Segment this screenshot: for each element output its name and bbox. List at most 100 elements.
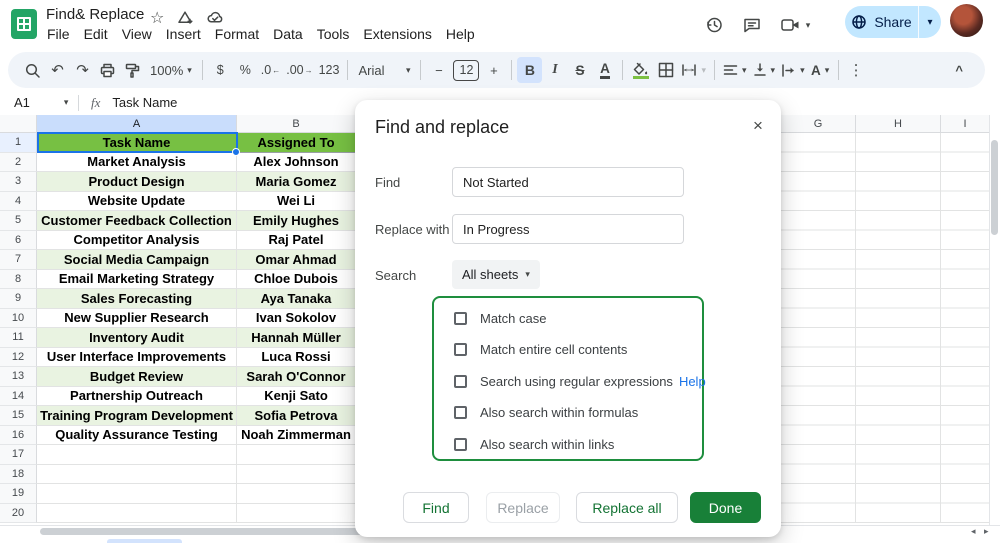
paint-format-icon[interactable] (120, 57, 145, 83)
italic-button[interactable]: I (542, 57, 567, 83)
cell[interactable]: Aya Tanaka (237, 289, 356, 309)
cell[interactable] (237, 465, 356, 485)
column-header-g[interactable]: G (781, 115, 856, 133)
sheet-tab[interactable] (107, 539, 182, 543)
row-header[interactable]: 7 (0, 250, 37, 270)
increase-font-size-button[interactable]: + (481, 57, 506, 83)
cell[interactable]: Sofia Petrova (237, 406, 356, 426)
row-header[interactable]: 1 (0, 133, 37, 153)
document-title[interactable]: Find& Replace (46, 6, 144, 23)
hide-toolbar-icon[interactable]: ^ (955, 63, 963, 78)
row-header[interactable]: 5 (0, 211, 37, 231)
cell[interactable] (37, 484, 237, 504)
cell-b1[interactable]: Assigned To (237, 133, 356, 153)
row-header[interactable]: 6 (0, 231, 37, 251)
menu-view[interactable]: View (115, 25, 159, 43)
cell[interactable]: Product Design (37, 172, 237, 192)
row-header[interactable]: 10 (0, 309, 37, 329)
help-link[interactable]: Help (679, 374, 706, 389)
scroll-left-icon[interactable]: ◂ (971, 526, 976, 537)
menu-file[interactable]: File (40, 25, 77, 43)
cell[interactable]: Social Media Campaign (37, 250, 237, 270)
increase-decimal-button[interactable]: .00→ (283, 57, 315, 83)
vertical-scrollbar-thumb[interactable] (991, 140, 998, 235)
cell[interactable]: Noah Zimmerman (237, 426, 356, 446)
cell[interactable]: Hannah Müller (237, 328, 356, 348)
name-box[interactable]: A1 ▾ (0, 95, 78, 110)
cell[interactable] (37, 465, 237, 485)
print-icon[interactable] (95, 57, 120, 83)
cell[interactable]: Sarah O'Connor (237, 367, 356, 387)
menu-help[interactable]: Help (439, 25, 482, 43)
horizontal-align-button[interactable]: ▾ (720, 57, 750, 83)
menu-insert[interactable]: Insert (159, 25, 208, 43)
replace-input[interactable] (452, 214, 684, 244)
fill-color-button[interactable] (628, 57, 653, 83)
decrease-font-size-button[interactable]: − (426, 57, 451, 83)
find-input[interactable] (452, 167, 684, 197)
undo-icon[interactable]: ↶ (45, 57, 70, 83)
cell[interactable]: Market Analysis (37, 153, 237, 173)
match-entire-cell-checkbox[interactable] (454, 343, 467, 356)
comments-icon[interactable] (733, 8, 771, 42)
cell[interactable]: Email Marketing Strategy (37, 270, 237, 290)
borders-button[interactable] (653, 57, 678, 83)
cell[interactable]: Website Update (37, 192, 237, 212)
search-scope-select[interactable]: All sheets ▾ (452, 260, 540, 289)
cell[interactable]: Customer Feedback Collection (37, 211, 237, 231)
row-header[interactable]: 12 (0, 348, 37, 368)
cell[interactable]: Luca Rossi (237, 348, 356, 368)
cell-a1[interactable]: Task Name (37, 133, 237, 153)
more-formats-button[interactable]: 123 (316, 57, 343, 83)
menu-tools[interactable]: Tools (310, 25, 357, 43)
scroll-right-icon[interactable]: ▸ (984, 526, 989, 537)
row-header[interactable]: 17 (0, 445, 37, 465)
cell[interactable]: Omar Ahmad (237, 250, 356, 270)
cell[interactable]: Alex Johnson (237, 153, 356, 173)
row-header[interactable]: 9 (0, 289, 37, 309)
cell[interactable]: Sales Forecasting (37, 289, 237, 309)
row-header[interactable]: 11 (0, 328, 37, 348)
search-links-checkbox[interactable] (454, 438, 467, 451)
vertical-align-button[interactable]: ▾ (750, 57, 779, 83)
menu-extensions[interactable]: Extensions (356, 25, 438, 43)
menu-format[interactable]: Format (208, 25, 266, 43)
font-select[interactable]: Arial ▾ (353, 57, 415, 83)
text-wrap-button[interactable]: ▾ (778, 57, 808, 83)
meet-video-icon[interactable]: ▾ (771, 8, 819, 42)
text-rotation-button[interactable]: A ▾ (808, 57, 833, 83)
text-color-button[interactable]: A (600, 62, 610, 79)
done-button[interactable]: Done (690, 492, 761, 523)
cell[interactable] (37, 504, 237, 524)
row-header[interactable]: 8 (0, 270, 37, 290)
match-case-checkbox[interactable] (454, 312, 467, 325)
column-header-i[interactable]: I (941, 115, 990, 133)
version-history-icon[interactable] (695, 8, 733, 42)
cell[interactable]: User Interface Improvements (37, 348, 237, 368)
fill-handle[interactable] (232, 148, 240, 156)
close-icon[interactable]: × (753, 117, 763, 134)
replace-all-button[interactable]: Replace all (576, 492, 678, 523)
menu-data[interactable]: Data (266, 25, 310, 43)
format-percent-button[interactable]: % (233, 57, 258, 83)
account-avatar[interactable] (950, 4, 983, 37)
row-header[interactable]: 20 (0, 504, 37, 524)
cell[interactable]: Inventory Audit (37, 328, 237, 348)
share-button[interactable]: Share ▾ (845, 6, 941, 38)
search-icon[interactable] (20, 57, 45, 83)
find-button[interactable]: Find (403, 492, 469, 523)
row-header[interactable]: 2 (0, 153, 37, 173)
column-header-a[interactable]: A (37, 115, 237, 133)
select-all-corner[interactable] (0, 115, 37, 133)
cell[interactable]: Emily Hughes (237, 211, 356, 231)
cell[interactable]: Competitor Analysis (37, 231, 237, 251)
row-header[interactable]: 4 (0, 192, 37, 212)
cell[interactable] (237, 504, 356, 524)
row-header[interactable]: 13 (0, 367, 37, 387)
bold-button[interactable]: B (517, 57, 542, 83)
cell[interactable] (237, 445, 356, 465)
cell[interactable]: Chloe Dubois (237, 270, 356, 290)
font-size-input[interactable]: 12 (453, 60, 479, 81)
column-header-h[interactable]: H (856, 115, 941, 133)
empty-grid-area[interactable] (781, 133, 990, 523)
